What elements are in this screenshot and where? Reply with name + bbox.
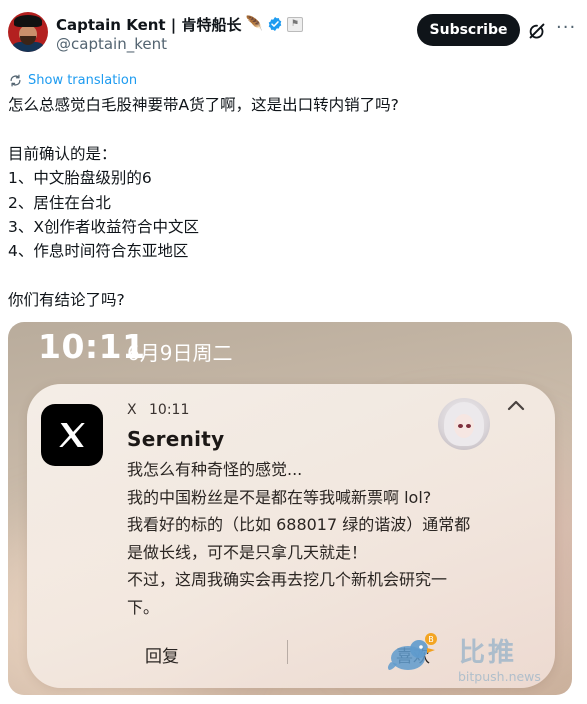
avatar[interactable] [8, 12, 48, 52]
tweet-line: 4、作息时间符合东亚地区 [8, 242, 189, 261]
action-divider [287, 640, 288, 664]
more-icon[interactable]: ··· [556, 17, 576, 38]
notification-line: 不过，这周我确实会再去挖几个新机会研究一 [127, 570, 448, 590]
notification-time: 10:11 [149, 402, 190, 418]
tweet-line [8, 264, 578, 288]
flag-icon: ⚑ [286, 16, 303, 32]
x-app-icon [41, 404, 103, 466]
display-name[interactable]: Captain Kent | 肯特船长 [56, 14, 242, 35]
tweet-line: 2、居住在台北 [8, 193, 111, 212]
bird-icon: B [387, 633, 437, 670]
notification-line: 我看好的标的（比如 688017 绿的谐波）通常都 [127, 515, 471, 535]
notification-app-name: X [127, 402, 137, 418]
feather-icon: 🪶 [245, 16, 263, 32]
svg-text:B: B [428, 635, 434, 644]
grok-icon[interactable] [526, 20, 548, 42]
notification-line: 是做长线，可不是只拿几天就走！ [127, 542, 368, 562]
tweet-line: 你们有结论了吗? [8, 291, 125, 310]
tweet-line: 怎么总感觉白毛股神要带A货了啊，这是出口转内销了吗? [8, 96, 399, 114]
reply-button: 回复 [145, 642, 179, 667]
tweet-line [8, 117, 578, 141]
notification-line: 我怎么有种奇怪的感觉... [127, 460, 303, 479]
show-translation-link[interactable]: Show translation [8, 73, 137, 88]
subscribe-button[interactable]: Subscribe [417, 14, 520, 46]
notification-body: 我怎么有种奇怪的感觉... 我的中国粉丝是不是都在等我喊新票啊 lol? 我看好… [127, 456, 517, 622]
handle[interactable]: @captain_kent [56, 35, 167, 53]
watermark-url: bitpush.news [458, 669, 541, 684]
translate-icon [10, 74, 21, 87]
tweet-text: 怎么总感觉白毛股神要带A货了啊，这是出口转内销了吗? 目前确认的是： 1、中文胎… [8, 93, 578, 313]
chevron-up-icon [507, 400, 525, 411]
tweet-line: 目前确认的是： [8, 144, 117, 163]
tweet-line: 3、X创作者收益符合中文区 [8, 217, 199, 236]
notification-line: 下。 [127, 597, 160, 617]
sender-avatar [438, 398, 490, 450]
watermark-brand: 比推 [459, 638, 518, 668]
notification-line: 我的中国粉丝是不是都在等我喊新票啊 lol? [127, 487, 432, 507]
verified-icon[interactable] [267, 16, 283, 32]
name-row: Captain Kent | 肯特船长 🪶 ⚑ [56, 14, 303, 34]
notification-sender: Serenity [127, 427, 225, 451]
show-translation-label[interactable]: Show translation [28, 73, 137, 88]
lockscreen-date: 6月9日周二 [127, 341, 233, 365]
tweet-header: Captain Kent | 肯特船长 🪶 ⚑ @captain_kent Su… [0, 0, 587, 66]
tweet-line: 1、中文胎盘级别的6 [8, 169, 152, 188]
